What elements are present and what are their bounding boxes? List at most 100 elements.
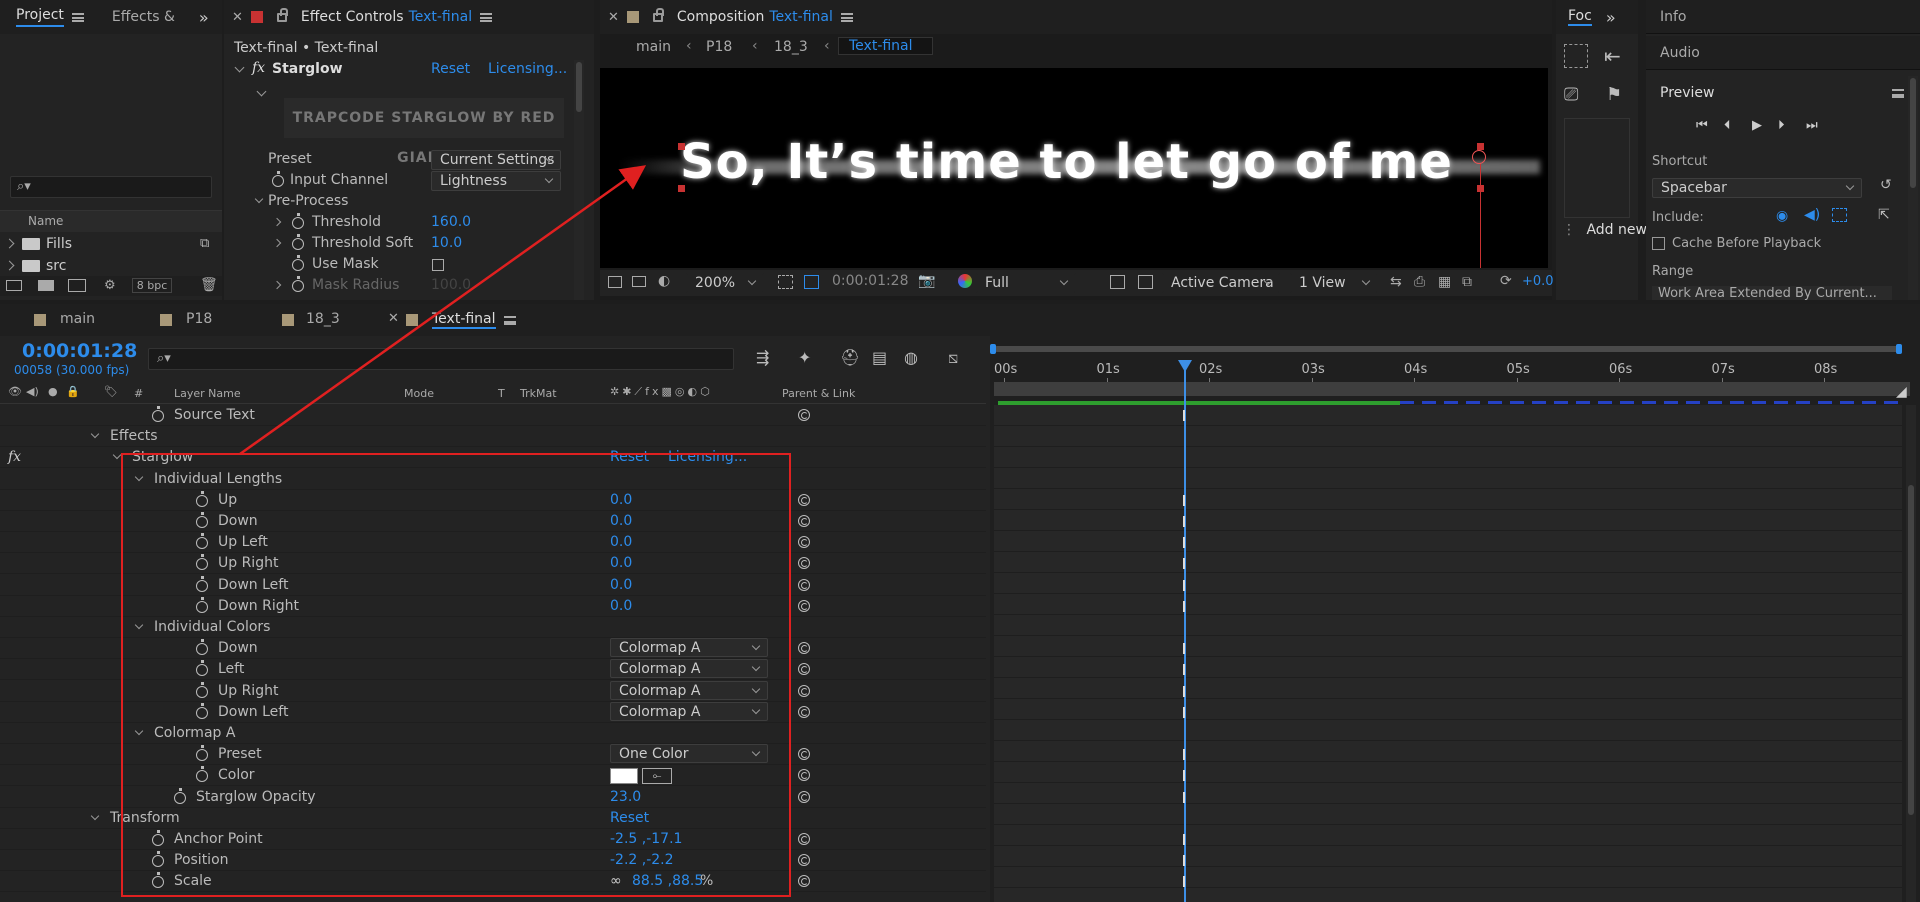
effect-prop-value[interactable]: 100.0 bbox=[431, 277, 471, 293]
expression-pickwhip-icon[interactable] bbox=[798, 578, 810, 591]
project-menu-icon[interactable] bbox=[71, 12, 84, 22]
next-frame-icon[interactable]: ⏵ bbox=[1778, 118, 1785, 133]
expression-pickwhip-icon[interactable] bbox=[798, 515, 810, 527]
fast-preview-icon[interactable] bbox=[1110, 275, 1125, 289]
transparency-grid-icon[interactable] bbox=[804, 275, 819, 289]
draft-3d-icon[interactable]: ✦ bbox=[798, 348, 811, 367]
breadcrumb-text-final[interactable]: Text-final bbox=[838, 37, 933, 55]
twirl-icon[interactable] bbox=[4, 238, 15, 249]
effect-prop-select[interactable]: Lightness bbox=[431, 171, 561, 191]
first-frame-icon[interactable]: ⏮ bbox=[1696, 118, 1708, 133]
timeline-scrollbar[interactable] bbox=[1906, 405, 1916, 902]
expression-pickwhip-icon[interactable] bbox=[798, 493, 810, 506]
reset-icon[interactable]: ↺ bbox=[1880, 177, 1892, 193]
fx-icon[interactable]: fx bbox=[252, 60, 265, 76]
expression-pickwhip-icon[interactable] bbox=[798, 557, 810, 570]
add-new-button[interactable]: ⋮ Add new bbox=[1562, 222, 1647, 242]
twirl-icon[interactable] bbox=[272, 238, 282, 248]
flag-icon[interactable]: ⚑ bbox=[1606, 84, 1622, 105]
timeline-timecode[interactable]: 0:00:01:28 bbox=[22, 340, 137, 362]
expression-pickwhip-icon[interactable] bbox=[798, 536, 810, 549]
effect-licensing-link[interactable]: Licensing... bbox=[488, 61, 567, 77]
view-layout-select[interactable]: 1 View bbox=[1290, 273, 1378, 293]
fx-icon[interactable]: fx bbox=[8, 449, 21, 465]
comp-viewer[interactable]: So, It’s time to let go of me bbox=[600, 68, 1548, 268]
mask-icon[interactable]: ◐ bbox=[658, 273, 670, 289]
composition-layer[interactable]: Text-final bbox=[769, 9, 833, 25]
expression-pickwhip-icon[interactable] bbox=[798, 663, 810, 676]
column-name[interactable]: Name bbox=[28, 214, 63, 228]
comment-icon[interactable]: ⎚ bbox=[1564, 84, 1578, 105]
timeline-property-row[interactable]: Source Text bbox=[0, 405, 986, 426]
panel-overflow-icon[interactable]: » bbox=[1606, 8, 1616, 27]
column-t[interactable]: T bbox=[498, 387, 505, 400]
timeline-menu-icon[interactable] bbox=[504, 316, 516, 325]
anchor-point-icon[interactable] bbox=[1472, 150, 1486, 164]
flowchart-icon[interactable]: ⧉ bbox=[1462, 274, 1472, 290]
breadcrumb-main[interactable]: main bbox=[636, 39, 671, 55]
cache-checkbox[interactable] bbox=[1652, 237, 1665, 250]
effect-reset-link[interactable]: Reset bbox=[431, 61, 470, 77]
layer-handle[interactable] bbox=[678, 185, 685, 192]
effect-prop-select[interactable]: Current Settings bbox=[431, 150, 561, 170]
zoom-select[interactable]: 200% bbox=[686, 273, 764, 293]
shy-layers-icon[interactable]: ⛑ bbox=[840, 348, 860, 367]
expression-pickwhip-icon[interactable] bbox=[798, 409, 810, 421]
range-select[interactable]: Work Area Extended By Current... bbox=[1652, 286, 1892, 300]
export-icon[interactable]: ⇱ bbox=[1878, 207, 1890, 223]
lock-icon[interactable] bbox=[652, 7, 664, 22]
region-of-interest-icon[interactable] bbox=[778, 275, 793, 289]
composition-title[interactable]: Composition bbox=[677, 9, 764, 25]
stopwatch-icon[interactable] bbox=[152, 406, 164, 422]
column-hash[interactable]: # bbox=[134, 387, 143, 400]
stopwatch-icon[interactable] bbox=[292, 276, 304, 292]
timeline-property-row[interactable]: Effects bbox=[0, 426, 986, 448]
timeline-tab-p18[interactable]: P18 bbox=[186, 311, 212, 327]
timeline-search-input[interactable]: ⌕▾ bbox=[148, 348, 734, 370]
zoom-out-icon[interactable]: ◢ bbox=[1896, 384, 1907, 400]
column-trkmat[interactable]: TrkMat bbox=[520, 387, 557, 400]
channel-icon[interactable] bbox=[958, 274, 972, 288]
audio-header[interactable]: Audio bbox=[1646, 36, 1920, 70]
effect-controls-title[interactable]: Effect Controls bbox=[301, 9, 404, 25]
project-settings-icon[interactable]: ⚙ bbox=[104, 278, 116, 293]
effect-controls-layer[interactable]: Text-final bbox=[409, 9, 473, 25]
new-composition-icon[interactable] bbox=[68, 279, 86, 292]
close-icon[interactable]: ✕ bbox=[232, 10, 243, 25]
use-mask-checkbox[interactable] bbox=[432, 259, 444, 271]
monitor-icon[interactable] bbox=[632, 276, 646, 287]
bpc-button[interactable]: 8 bpc bbox=[132, 278, 172, 293]
comp-flowchart-icon[interactable]: ⇶ bbox=[756, 348, 769, 367]
tab-audio[interactable]: Audio bbox=[1660, 45, 1700, 61]
solo-icon[interactable]: ● bbox=[48, 385, 58, 398]
stopwatch-icon[interactable] bbox=[292, 234, 304, 250]
expression-pickwhip-icon[interactable] bbox=[798, 854, 810, 867]
label-icon[interactable]: 🏷 bbox=[104, 385, 118, 398]
navigator-start-handle[interactable] bbox=[990, 344, 996, 354]
twirl-icon[interactable] bbox=[256, 86, 267, 97]
grid-icon[interactable] bbox=[608, 276, 622, 288]
expression-pickwhip-icon[interactable] bbox=[798, 642, 810, 655]
stopwatch-icon[interactable] bbox=[272, 171, 284, 187]
speaker-icon[interactable]: ◀) bbox=[26, 385, 39, 398]
column-parent[interactable]: Parent & Link bbox=[782, 387, 855, 400]
trash-icon[interactable]: 🗑 bbox=[200, 277, 218, 293]
expression-pickwhip-icon[interactable] bbox=[798, 833, 810, 845]
last-frame-icon[interactable]: ⏭ bbox=[1806, 118, 1818, 133]
effect-prop-value[interactable]: 160.0 bbox=[431, 214, 471, 230]
tab-info[interactable]: Info bbox=[1660, 9, 1687, 25]
timeline-tab-main[interactable]: main bbox=[60, 311, 95, 327]
preview-menu-icon[interactable] bbox=[1892, 89, 1904, 98]
column-mode[interactable]: Mode bbox=[404, 387, 434, 400]
twirl-icon[interactable] bbox=[112, 451, 122, 460]
column-layer-name[interactable]: Layer Name bbox=[174, 387, 241, 400]
camera-select[interactable]: Active Camera bbox=[1162, 273, 1280, 293]
effect-controls-menu-icon[interactable] bbox=[480, 12, 493, 22]
timeline-tab-text-final[interactable]: Text-final bbox=[432, 311, 496, 329]
timecode-display[interactable]: 0:00:01:28 bbox=[832, 273, 909, 289]
flowchart-icon[interactable]: ⧉ bbox=[200, 236, 209, 251]
expression-pickwhip-icon[interactable] bbox=[798, 790, 810, 803]
tab-project[interactable]: Project bbox=[16, 7, 64, 27]
timeline-tab-18-3[interactable]: 18_3 bbox=[306, 311, 340, 327]
new-folder-icon[interactable] bbox=[38, 280, 54, 291]
